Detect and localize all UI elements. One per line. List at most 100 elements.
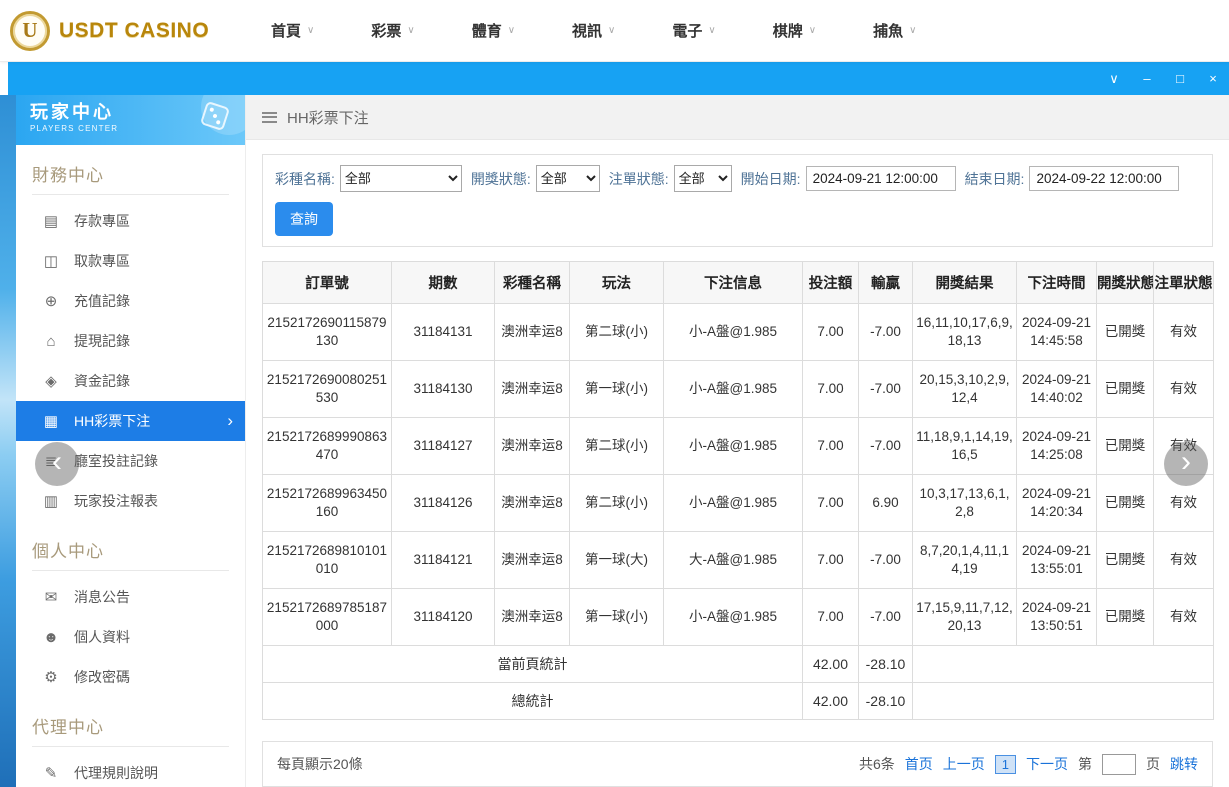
sidebar-item-funds-record[interactable]: ◈ 資金記錄 — [16, 361, 245, 401]
nav-item-7[interactable]: 捕魚 ∨ — [873, 20, 916, 41]
table-cell: 2024-09-21 13:50:51 — [1016, 588, 1097, 646]
nav-item-3[interactable]: 體育 ∨ — [472, 20, 515, 41]
carousel-left-arrow-icon[interactable]: ‹ — [35, 442, 79, 486]
sidebar-item-recharge-record[interactable]: ⊕ 充值記錄 — [16, 281, 245, 321]
maximize-window-icon[interactable]: □ — [1172, 72, 1188, 85]
table-cell: -7.00 — [858, 531, 913, 589]
table-cell: 有效 — [1153, 303, 1214, 361]
draw-status-select[interactable]: 全部 — [535, 165, 600, 192]
table-row: 2152172689990863470 31184127 澳洲幸运8 第二球(小) 小-… — [262, 417, 1214, 475]
sidebar-item-deposit[interactable]: ▤ 存款專區 — [16, 201, 245, 241]
summary-empty-cell — [912, 645, 1214, 683]
table-cell: 小-A盤@1.985 — [663, 417, 803, 475]
table-header-row: 訂單號 期數 彩種名稱 玩法 下注信息 投注額 輸贏 開獎結果 下注時間 開獎狀態 注單狀態 — [262, 261, 1214, 304]
table-cell: 8,7,20,1,4,11,14,19 — [912, 531, 1017, 589]
sidebar-item-player-report[interactable]: ▥ 玩家投注報表 — [16, 481, 245, 521]
table-cell: 澳洲幸运8 — [494, 360, 570, 418]
page-jump-input[interactable] — [1102, 753, 1136, 775]
table-cell: 11,18,9,1,14,19,16,5 — [912, 417, 1017, 475]
column-header: 開獎結果 — [912, 261, 1017, 304]
summary-win-loss-total: -28.10 — [858, 645, 913, 683]
player-report-icon: ▥ — [43, 493, 59, 510]
table-cell: 2152172690080251530 — [262, 360, 392, 418]
table-cell: 31184130 — [391, 360, 495, 418]
table-cell: 2152172689810101010 — [262, 531, 392, 589]
table-cell: 大-A盤@1.985 — [663, 531, 803, 589]
collapse-window-icon[interactable]: ∨ — [1106, 72, 1122, 85]
table-cell: 小-A盤@1.985 — [663, 588, 803, 646]
end-date-input[interactable] — [1029, 166, 1180, 191]
sidebar-item-change-password[interactable]: ⚙ 修改密碼 — [16, 657, 245, 697]
site-logo[interactable]: U USDT CASINO — [10, 10, 235, 51]
sidebar-item-withdrawal-record[interactable]: ⌂ 提現記錄 — [16, 321, 245, 361]
column-header: 期數 — [391, 261, 495, 304]
table-cell: 小-A盤@1.985 — [663, 303, 803, 361]
withdraw-icon: ◫ — [43, 253, 59, 270]
column-header: 下注時間 — [1016, 261, 1097, 304]
table-cell: -7.00 — [858, 417, 913, 475]
draw-status-label: 開獎狀態: — [470, 170, 531, 187]
order-status-select[interactable]: 全部 — [673, 165, 732, 192]
jump-button[interactable]: 跳转 — [1170, 754, 1198, 774]
table-cell: 2152172689785187000 — [262, 588, 392, 646]
sidebar-item-withdraw[interactable]: ◫ 取款專區 — [16, 241, 245, 281]
sidebar-item-agent-rules[interactable]: ✎ 代理規則說明 — [16, 753, 245, 787]
sidebar-item-label: 提現記錄 — [74, 333, 130, 349]
column-header: 玩法 — [569, 261, 664, 304]
menu-icon[interactable] — [262, 111, 277, 123]
nav-item-2[interactable]: 彩票 ∨ — [371, 20, 414, 41]
carousel-right-arrow-icon[interactable]: › — [1164, 442, 1208, 486]
players-center-sidebar: 玩家中心 PLAYERS CENTER 財務中心 ▤ 存款專區 ◫ 取款專區 ⊕ 充值記錄 ⌂… — [16, 95, 246, 787]
nav-item-1[interactable]: 首頁 ∨ — [271, 20, 314, 41]
table-cell: 10,3,17,13,6,1,2,8 — [912, 474, 1017, 532]
topnav-items: 首頁 ∨ 彩票 ∨ 體育 ∨ 視訊 ∨ 電子 ∨ 棋牌 ∨ 捕魚 ∨ — [271, 20, 916, 41]
table-row: 2152172690115879130 31184131 澳洲幸运8 第二球(小) 小-… — [262, 303, 1214, 361]
chevron-down-icon: ∨ — [909, 25, 917, 36]
window-controls: ∨ – □ × — [1106, 72, 1221, 85]
sidebar-section-title: 個人中心 — [32, 537, 229, 571]
table-cell: 31184131 — [391, 303, 495, 361]
sidebar-item-label: 資金記錄 — [74, 373, 130, 389]
current-page-button[interactable]: 1 — [994, 754, 1016, 774]
main-content: HH彩票下注 彩種名稱: 全部 開獎狀態: 全部 注單狀態: 全部 開始日期: … — [246, 95, 1229, 787]
sidebar-item-profile[interactable]: ☻ 個人資料 — [16, 617, 245, 657]
order-status-label: 注單狀態: — [608, 170, 669, 187]
change-password-icon: ⚙ — [44, 669, 58, 686]
lottery-name-select[interactable]: 全部 — [339, 165, 462, 192]
lottery-bet-icon: ▦ — [43, 413, 59, 430]
sidebar-item-lottery-bet[interactable]: ▦ HH彩票下注 › — [16, 401, 245, 441]
sidebar-item-label: 代理規則說明 — [74, 765, 158, 781]
chevron-down-icon: ∨ — [808, 25, 817, 36]
table-cell: 第二球(小) — [569, 417, 664, 475]
summary-empty-cell — [912, 682, 1214, 720]
next-page-link[interactable]: 下一页 — [1026, 754, 1068, 774]
close-window-icon[interactable]: × — [1205, 72, 1221, 85]
start-date-input[interactable] — [805, 166, 956, 191]
table-cell: 2152172689990863470 — [262, 417, 392, 475]
funds-record-icon: ◈ — [45, 373, 57, 390]
nav-item-5[interactable]: 電子 ∨ — [672, 20, 715, 41]
first-page-link[interactable]: 首页 — [905, 754, 933, 774]
table-cell: 第一球(大) — [569, 531, 664, 589]
table-cell: 已開獎 — [1096, 474, 1154, 532]
summary-label: 當前頁統計 — [262, 645, 803, 683]
summary-row: 總統計 42.00 -28.10 — [262, 682, 1214, 720]
table-cell: 31184126 — [391, 474, 495, 532]
prev-page-link[interactable]: 上一页 — [943, 754, 985, 774]
sidebar-item-announcement[interactable]: ✉ 消息公告 — [16, 577, 245, 617]
minimize-window-icon[interactable]: – — [1139, 72, 1155, 85]
table-cell: -7.00 — [858, 303, 913, 361]
query-button[interactable]: 查詢 — [275, 202, 333, 236]
table-cell: 有效 — [1153, 588, 1214, 646]
announcement-icon: ✉ — [44, 589, 58, 606]
nav-item-6[interactable]: 棋牌 ∨ — [773, 20, 816, 41]
table-cell: 第二球(小) — [569, 303, 664, 361]
table-cell: 7.00 — [802, 474, 859, 532]
table-cell: 31184120 — [391, 588, 495, 646]
table-cell: 2024-09-21 14:25:08 — [1016, 417, 1097, 475]
sidebar-item-label: 充值記錄 — [74, 293, 130, 309]
table-cell: 31184127 — [391, 417, 495, 475]
sidebar-header: 玩家中心 PLAYERS CENTER — [16, 95, 245, 145]
sidebar-item-label: HH彩票下注 — [74, 413, 151, 429]
nav-item-4[interactable]: 視訊 ∨ — [572, 20, 615, 41]
